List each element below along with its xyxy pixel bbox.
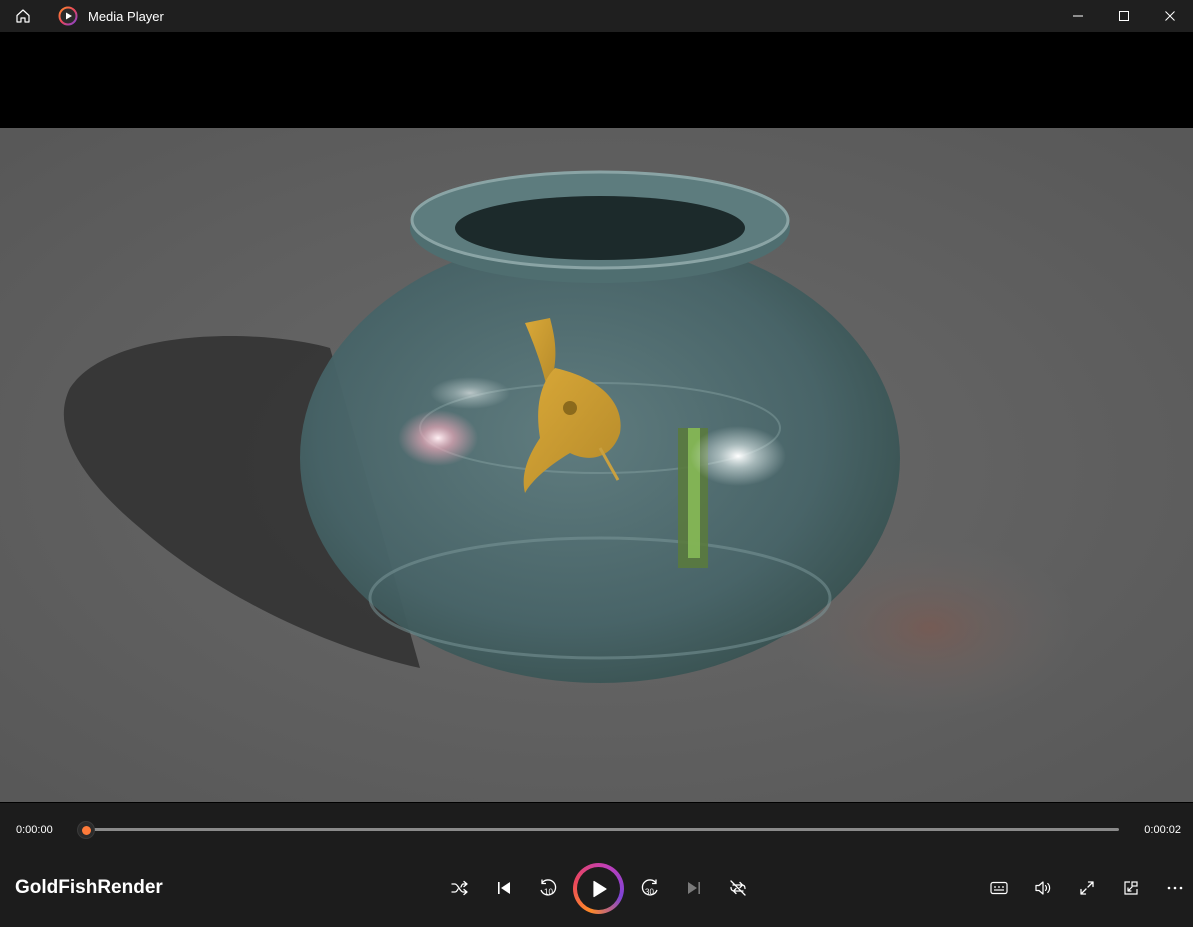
skip-back-10-icon: 10 [540,879,557,897]
volume-button[interactable] [1028,873,1058,903]
seek-bar[interactable] [86,828,1119,831]
next-track-icon [688,882,700,894]
window-controls [1055,0,1193,32]
next-button[interactable] [679,873,709,903]
more-options-icon [1167,886,1183,890]
video-area[interactable] [0,32,1193,803]
media-player-app-icon [58,6,78,26]
skip-back-button[interactable]: 10 [533,873,563,903]
mini-player-button[interactable] [1116,873,1146,903]
play-button-inner [577,867,620,910]
seek-thumb[interactable] [77,821,95,839]
skip-forward-30-icon: 30 [641,879,658,897]
previous-track-icon [498,882,510,894]
skip-forward-button[interactable]: 30 [635,873,665,903]
video-frame[interactable] [0,128,1193,802]
time-elapsed: 0:00:00 [16,824,53,836]
maximize-button[interactable] [1101,0,1147,32]
repeat-button[interactable] [723,873,753,903]
subtitles-button[interactable] [984,873,1014,903]
fullscreen-button[interactable] [1072,873,1102,903]
play-icon [592,880,607,897]
maximize-icon [1119,11,1129,21]
repeat-off-icon [730,880,746,896]
close-button[interactable] [1147,0,1193,32]
minimize-button[interactable] [1055,0,1101,32]
home-button[interactable] [0,0,46,32]
volume-icon [1035,881,1051,895]
shuffle-button[interactable] [445,873,475,903]
fullscreen-icon [1080,881,1094,895]
skip-forward-label: 30 [645,888,654,897]
shuffle-icon [451,880,468,896]
more-options-button[interactable] [1160,873,1190,903]
mini-player-icon [1124,881,1138,895]
window-title: Media Player [88,8,164,24]
skip-back-label: 10 [544,888,553,897]
playback-controls-bar: 0:00:00 0:00:02 GoldFishRender 10 30 [0,803,1193,927]
seek-thumb-dot [81,825,91,835]
time-total: 0:00:02 [1144,824,1181,836]
home-icon [16,9,30,23]
media-title: GoldFishRender [15,877,163,898]
goldfish-bowl-render-image [0,128,1193,802]
minimize-icon [1073,15,1083,17]
play-button[interactable] [573,863,624,914]
close-icon [1165,11,1175,21]
previous-button[interactable] [489,873,519,903]
subtitles-icon [990,881,1008,895]
title-bar: Media Player [0,0,1193,32]
